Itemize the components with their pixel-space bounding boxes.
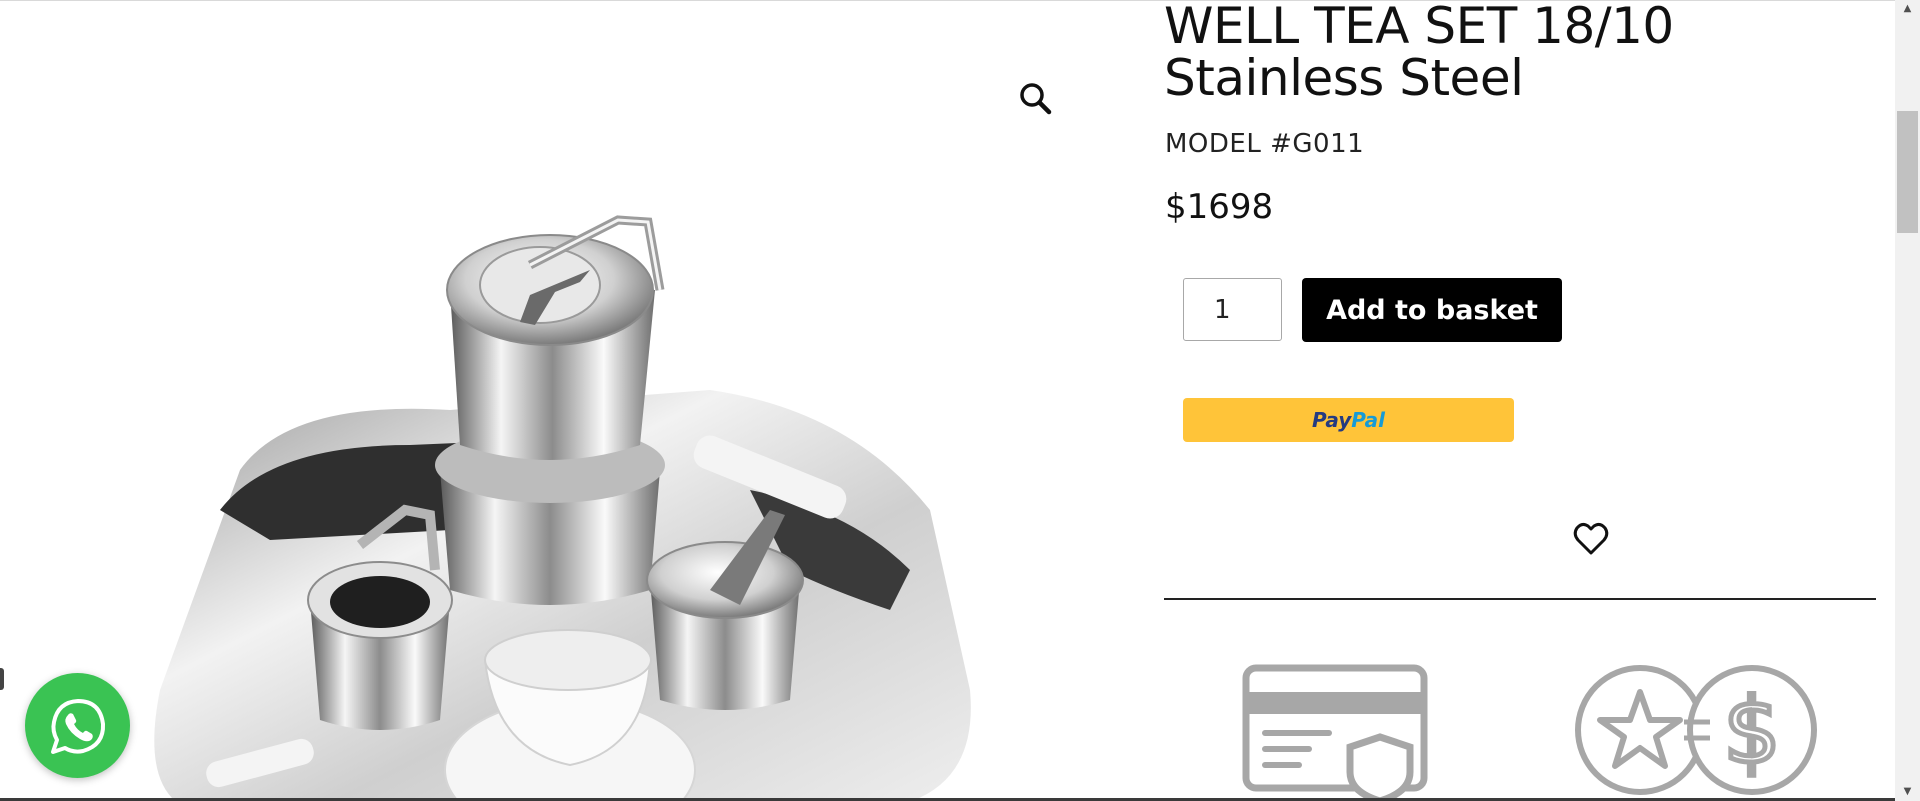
scroll-up-arrow[interactable]: ▲	[1895, 0, 1920, 18]
product-price: $1698	[1165, 187, 1274, 227]
zoom-button[interactable]	[1015, 78, 1057, 120]
paypal-logo-part1: Pay	[1311, 408, 1352, 432]
paypal-logo-part2: Pal	[1351, 408, 1386, 432]
paypal-logo: PayPal	[1312, 408, 1385, 432]
product-title: WELL TEA SET 18/10 Stainless Steel	[1164, 0, 1674, 107]
magnifier-icon	[1020, 83, 1052, 115]
paypal-button[interactable]: PayPal	[1183, 398, 1514, 442]
quantity-input[interactable]	[1183, 278, 1282, 341]
vertical-scrollbar[interactable]: ▲ ▼	[1895, 0, 1920, 801]
heart-icon	[1573, 522, 1609, 555]
section-divider	[1164, 598, 1876, 600]
credit-card-shield-icon	[1242, 664, 1428, 801]
whatsapp-chat-button[interactable]	[25, 673, 130, 778]
product-image[interactable]	[150, 210, 990, 801]
product-model: MODEL #G011	[1165, 129, 1365, 159]
scroll-down-arrow[interactable]: ▼	[1895, 783, 1920, 801]
svg-text:$: $	[1723, 679, 1780, 784]
add-to-basket-button[interactable]: Add to basket	[1302, 278, 1562, 342]
scroll-thumb[interactable]	[1897, 111, 1918, 233]
star-dollar-exchange-icon: $	[1575, 665, 1817, 795]
wishlist-button[interactable]	[1570, 518, 1612, 560]
hidden-panel-tab[interactable]	[0, 668, 4, 690]
product-gallery	[0, 0, 1120, 801]
whatsapp-icon	[50, 698, 105, 754]
